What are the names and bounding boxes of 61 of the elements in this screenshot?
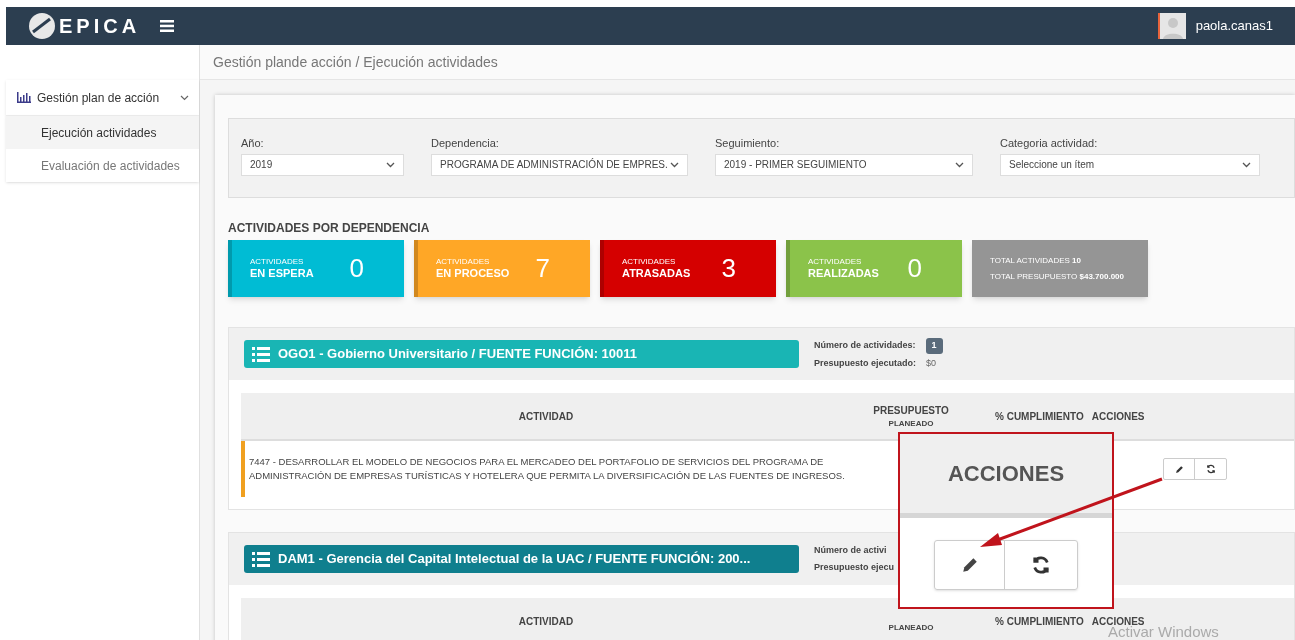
bar-chart-icon <box>17 92 31 103</box>
pencil-icon <box>960 556 979 574</box>
list-icon <box>252 346 270 362</box>
activity-count-label: Número de actividades: <box>814 339 916 352</box>
activity-count-badge: 1 <box>925 338 943 354</box>
pencil-icon <box>1174 464 1184 474</box>
filter-label: Seguimiento: <box>715 136 781 151</box>
objective-title[interactable]: DAM1 - Gerencia del Capital Intelectual de la UAC / FUENTE FUNCIÓN: 200... <box>244 545 799 573</box>
budget-value: $0 <box>926 356 937 370</box>
activity-description: 7447 - DESARROLLAR EL MODELO DE NEGOCIOS PARA EL MERCADEO DEL PORTAFOLIO DE SERVICIOS DEL PROGRAMA DE ADMINISTRACIÓN DE EMPRESAS TURÍSTICAS Y HOTELERA QUE PERMITA LA DIVERSIFICACIÓN DE LAS FUENTES DE INGRESOS. <box>248 455 845 483</box>
filter-label: Categoria actividad: <box>1000 136 1099 151</box>
card-label: ACTIVIDADES <box>250 256 305 267</box>
card-label: ACTIVIDADES <box>808 256 863 267</box>
card-label: ACTIVIDADES <box>436 256 491 267</box>
card-count: 7 <box>535 252 550 285</box>
total-line: TOTAL ACTIVIDADES 10 <box>990 254 1082 267</box>
column-header: ACCIONES <box>1091 614 1145 627</box>
chevron-down-icon <box>955 161 964 168</box>
card-count: 0 <box>907 252 922 285</box>
filter-label: Año: <box>241 136 265 151</box>
column-header: ACCIONES <box>1091 409 1145 424</box>
total-line: TOTAL PRESUPUESTO $43.700.000 <box>990 270 1125 283</box>
sidebar-item[interactable]: Evaluación de actividades <box>6 149 199 182</box>
card-status: EN ESPERA <box>250 266 314 281</box>
refresh-icon <box>1031 555 1051 575</box>
filter-select[interactable]: PROGRAMA DE ADMINISTRACIÓN DE EMPRES. <box>431 153 688 176</box>
menu-icon <box>160 20 175 32</box>
filter-label: Dependencia: <box>431 136 500 151</box>
column-header-sub: PLANEADO <box>888 622 934 634</box>
filter-select[interactable]: Seleccione un ítem <box>1000 153 1260 176</box>
menu-button[interactable] <box>160 20 175 32</box>
column-header-sub: PLANEADO <box>888 417 934 430</box>
callout-title: ACCIONES <box>947 460 1065 488</box>
card-count: 0 <box>349 252 364 285</box>
budget-label: Presupuesto ejecu <box>814 560 895 574</box>
user-name[interactable]: paola.canas1 <box>1195 16 1273 36</box>
filter-select[interactable]: 2019 - PRIMER SEGUIMIENTO <box>715 153 973 176</box>
activity-count-label: Número de activi <box>814 544 887 557</box>
sidebar-item[interactable]: Ejecución actividades <box>6 116 199 149</box>
column-header: ACTIVIDAD <box>518 615 574 627</box>
card-status: ATRASADAS <box>622 266 691 281</box>
card-label: ACTIVIDADES <box>622 256 677 267</box>
card-status: EN PROCESO <box>436 266 510 281</box>
chevron-down-icon <box>1242 161 1251 168</box>
app-logo: EPICA <box>59 14 141 39</box>
refresh-icon <box>1205 464 1216 474</box>
avatar-icon <box>1157 13 1186 39</box>
section-title: ACTIVIDADES POR DEPENDENCIA <box>228 220 430 237</box>
card-count: 3 <box>721 252 736 285</box>
column-header: % CUMPLIMIENTO <box>995 614 1084 629</box>
column-header: % CUMPLIMIENTO <box>995 409 1084 424</box>
list-icon <box>252 551 270 567</box>
chevron-down-icon <box>386 161 395 168</box>
logo-icon <box>28 12 56 40</box>
breadcrumb: Gestión plande acción / Ejecución actividades <box>213 52 498 72</box>
column-header: ACTIVIDAD <box>518 410 574 422</box>
filter-select[interactable]: 2019 <box>241 153 404 176</box>
budget-label: Presupuesto ejecutado: <box>814 356 917 370</box>
card-status: REALIZADAS <box>808 266 879 281</box>
chevron-down-icon <box>670 161 679 168</box>
column-header: PRESUPUESTO <box>873 403 949 418</box>
